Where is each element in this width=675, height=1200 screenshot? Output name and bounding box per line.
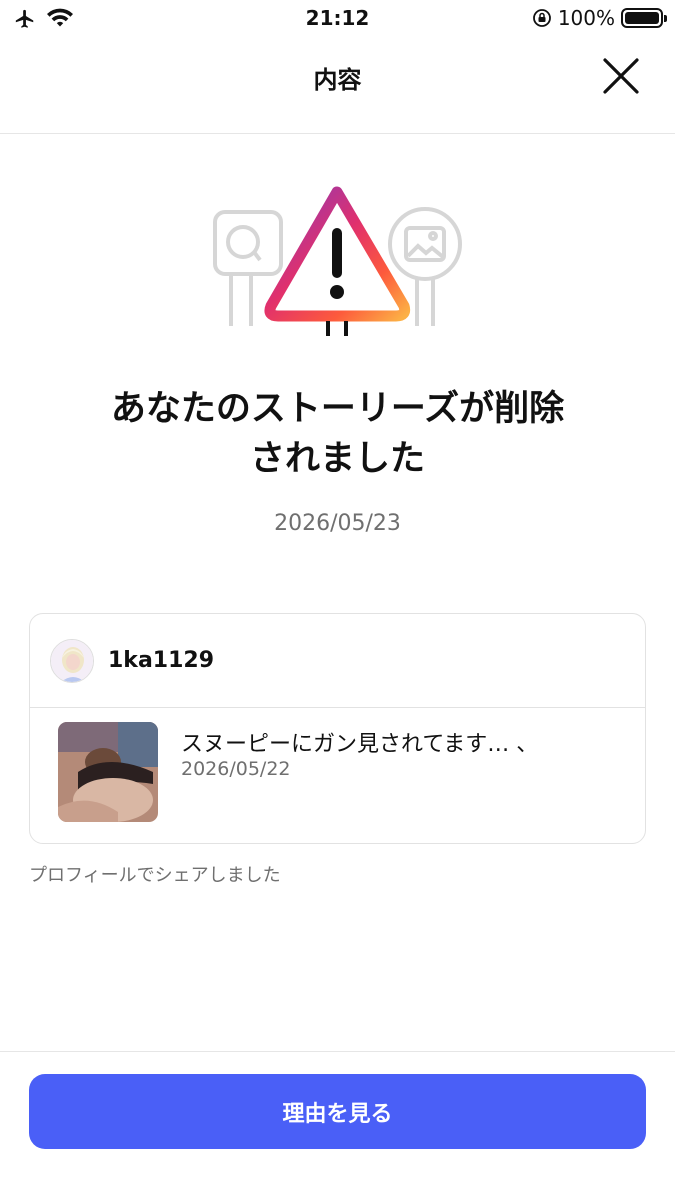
avatar xyxy=(50,638,94,683)
close-icon xyxy=(603,58,639,94)
rotation-lock-icon xyxy=(532,9,551,27)
story-card: 1ka1129 スヌーピーにガン見されてます… 、 2026/05/22 xyxy=(29,613,646,844)
shared-note: プロフィールでシェアしました xyxy=(29,865,281,886)
close-button[interactable] xyxy=(599,54,643,98)
battery-level xyxy=(625,12,659,24)
removal-title: あなたのストーリーズが削除 されました xyxy=(40,384,635,484)
removal-date: 2026/05/23 xyxy=(274,511,401,536)
battery-icon xyxy=(621,8,667,28)
username: 1ka1129 xyxy=(108,648,215,673)
page-title: 内容 xyxy=(313,66,362,94)
removal-title-line-2: されました xyxy=(249,439,425,479)
battery-cap xyxy=(664,15,667,22)
card-body: スヌーピーにガン見されてます… 、 2026/05/22 xyxy=(30,708,645,843)
warning-triangle-icon xyxy=(264,186,411,336)
story-date: 2026/05/22 xyxy=(181,758,291,780)
status-right: 100% xyxy=(532,6,667,30)
warning-illustration xyxy=(213,186,462,336)
footer-divider xyxy=(0,1051,675,1052)
card-header: 1ka1129 xyxy=(30,614,645,708)
status-bar: 21:12 100% xyxy=(0,0,675,38)
removal-title-line-1: あなたのストーリーズが削除 xyxy=(110,389,565,429)
battery-percent: 100% xyxy=(557,6,615,30)
story-thumbnail xyxy=(58,722,158,822)
screen: 21:12 100% 内容 あなたのストーリーズが削除 されました 2026/0… xyxy=(0,0,675,1200)
see-reason-button[interactable]: 理由を見る xyxy=(29,1074,646,1149)
story-caption: スヌーピーにガン見されてます… 、 xyxy=(181,732,539,757)
header: 内容 xyxy=(0,38,675,134)
